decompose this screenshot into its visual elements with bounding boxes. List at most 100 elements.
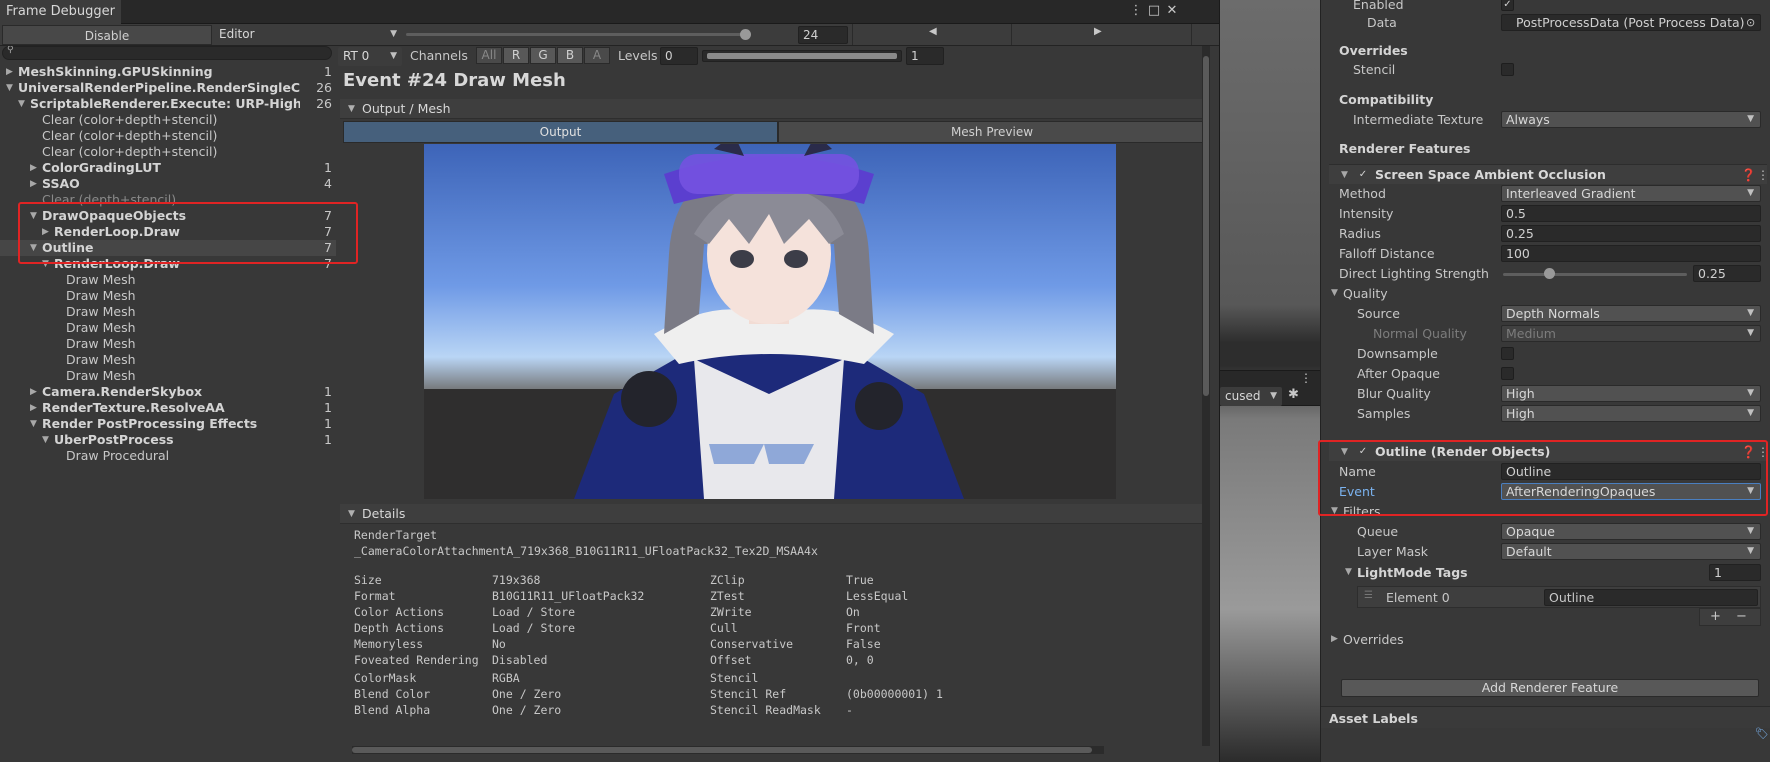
tree-item[interactable]: ▼ ScriptableRenderer.Execute: URP-HighFid… [0, 96, 336, 112]
falloff-distance-field[interactable]: 100 [1501, 245, 1761, 262]
rt-dropdown[interactable]: RT 0 ▼ [338, 47, 402, 66]
lightmode-tags-count[interactable]: 1 [1709, 564, 1761, 581]
intensity-field[interactable]: 0.5 [1501, 205, 1761, 222]
tree-item[interactable]: ▶ ColorGradingLUT 1 [0, 160, 336, 176]
maximize-icon[interactable]: □ [1146, 3, 1162, 19]
source-dropdown[interactable]: Depth Normals ▼ [1501, 305, 1761, 322]
outline-overrides-header[interactable]: Overrides [1343, 630, 1404, 649]
add-renderer-feature-button[interactable]: Add Renderer Feature [1341, 679, 1759, 697]
triangle-right-icon[interactable]: ▶ [30, 384, 37, 400]
dls-slider-knob[interactable] [1544, 268, 1555, 279]
intermediate-texture-dropdown[interactable]: Always ▼ [1501, 111, 1761, 128]
event-slider-knob[interactable] [740, 29, 751, 40]
tree-item[interactable]: ▶ MeshSkinning.GPUSkinning 1 [0, 64, 336, 80]
close-icon[interactable]: ✕ [1164, 3, 1180, 19]
stencil-checkbox[interactable] [1501, 63, 1514, 76]
triangle-down-icon[interactable]: ▼ [30, 416, 37, 432]
add-element-button[interactable]: + [1710, 609, 1721, 624]
tree-item[interactable]: ▶ SSAO 4 [0, 176, 336, 192]
details-h-scrollbar[interactable] [352, 746, 1104, 754]
focus-dropdown[interactable]: cused ▼ [1220, 387, 1282, 406]
tree-item[interactable]: Clear (color+depth+stencil) [0, 144, 336, 160]
tree-item[interactable]: Clear (color+depth+stencil) [0, 128, 336, 144]
tree-item[interactable]: ▼ Render PostProcessing Effects 1 [0, 416, 336, 432]
levels-min-field[interactable]: 0 [660, 47, 698, 65]
tree-item[interactable]: Clear (color+depth+stencil) [0, 112, 336, 128]
debug-bug-icon[interactable]: ✱ [1288, 387, 1299, 402]
triangle-right-icon[interactable]: ▶ [6, 64, 13, 80]
main-v-scrollbar[interactable] [1202, 46, 1210, 746]
dls-field[interactable]: 0.25 [1693, 265, 1761, 282]
drag-handle-icon[interactable]: ☰ [1364, 590, 1373, 601]
samples-value: High [1506, 406, 1535, 421]
dls-slider-track[interactable] [1503, 273, 1687, 276]
window-title-bar: Frame Debugger ⋮ □ ✕ [0, 0, 1219, 24]
method-dropdown[interactable]: Interleaved Gradient ▼ [1501, 185, 1761, 202]
tab-mesh-preview[interactable]: Mesh Preview [778, 121, 1206, 143]
downsample-checkbox[interactable] [1501, 347, 1514, 360]
disable-button[interactable]: Disable [2, 25, 212, 45]
triangle-down-icon[interactable]: ▼ [42, 432, 49, 448]
more-menu-icon[interactable]: ⋮ [1128, 3, 1144, 19]
enabled-checkbox[interactable]: ✓ [1501, 0, 1514, 11]
tree-item-count: 26 [316, 80, 332, 95]
details-h-scroll-thumb[interactable] [352, 747, 1092, 753]
remove-element-button[interactable]: − [1736, 609, 1747, 624]
channel-all-button[interactable]: All [476, 47, 502, 64]
samples-dropdown[interactable]: High ▼ [1501, 405, 1761, 422]
channel-r-button[interactable]: R [503, 47, 529, 64]
triangle-right-icon[interactable]: ▶ [30, 176, 37, 192]
next-event-button[interactable]: ▶ [1012, 24, 1192, 45]
ssao-feature-header[interactable]: ▼ ✓ Screen Space Ambient Occlusion ❓ ⋮ [1329, 164, 1769, 185]
downsample-label: Downsample [1357, 346, 1438, 361]
channel-a-button[interactable]: A [584, 47, 610, 64]
tree-item[interactable]: Draw Mesh [0, 368, 336, 384]
tree-item[interactable]: Draw Mesh [0, 272, 336, 288]
tree-item[interactable]: Draw Mesh [0, 304, 336, 320]
triangle-right-icon[interactable]: ▶ [30, 400, 37, 416]
tree-item[interactable]: ▼ UniversalRenderPipeline.RenderSingleCam… [0, 80, 336, 96]
event-number-field[interactable]: 24 [798, 26, 848, 44]
tree-search-input[interactable]: ⚲ [2, 46, 332, 60]
window-tab[interactable]: Frame Debugger [0, 0, 121, 24]
data-object-field[interactable]: PostProcessData (Post Process Data) [1501, 14, 1761, 31]
tree-item[interactable]: ▶ Camera.RenderSkybox 1 [0, 384, 336, 400]
main-v-scroll-thumb[interactable] [1203, 56, 1209, 396]
tree-item[interactable]: Draw Procedural [0, 448, 336, 464]
tree-item[interactable]: Draw Mesh [0, 336, 336, 352]
tree-item[interactable]: Draw Mesh [0, 352, 336, 368]
triangle-down-icon[interactable]: ▼ [18, 96, 25, 112]
tree-item[interactable]: ▶ RenderTexture.ResolveAA 1 [0, 400, 336, 416]
more-menu-icon[interactable]: ⋮ [1757, 165, 1769, 185]
object-picker-icon[interactable]: ⊙ [1746, 13, 1755, 32]
layer-mask-dropdown[interactable]: Default ▼ [1501, 543, 1761, 560]
queue-dropdown[interactable]: Opaque ▼ [1501, 523, 1761, 540]
levels-max-field[interactable]: 1 [906, 47, 944, 65]
event-slider-track[interactable] [406, 33, 746, 36]
ssao-enabled-checkbox[interactable]: ✓ [1357, 169, 1369, 181]
after-opaque-checkbox[interactable] [1501, 367, 1514, 380]
target-dropdown[interactable]: Editor ▼ [214, 25, 402, 44]
channel-g-button[interactable]: G [530, 47, 556, 64]
tree-item[interactable]: Draw Mesh [0, 288, 336, 304]
asset-labels-header[interactable]: Asset Labels [1329, 711, 1418, 726]
prev-event-button[interactable]: ◀ [852, 24, 1012, 45]
label-tag-icon[interactable]: 🏷 [1755, 727, 1769, 740]
output-section-header[interactable]: ▼ Output / Mesh [340, 99, 1208, 119]
quality-header[interactable]: Quality [1343, 284, 1388, 303]
details-section-header[interactable]: ▼ Details [340, 504, 1208, 524]
tab-output[interactable]: Output [343, 121, 778, 143]
help-icon[interactable]: ❓ [1741, 165, 1756, 185]
more-menu-icon[interactable]: ⋮ [1300, 371, 1312, 385]
blur-quality-dropdown[interactable]: High ▼ [1501, 385, 1761, 402]
levels-range-slider[interactable] [702, 50, 902, 62]
radius-field[interactable]: 0.25 [1501, 225, 1761, 242]
tree-item[interactable]: Draw Mesh [0, 320, 336, 336]
tree-item[interactable]: ▼ UberPostProcess 1 [0, 432, 336, 448]
triangle-down-icon[interactable]: ▼ [6, 80, 13, 96]
lightmode-tags-label[interactable]: LightMode Tags [1357, 563, 1468, 582]
triangle-right-icon[interactable]: ▶ [30, 160, 37, 176]
channel-b-button[interactable]: B [557, 47, 583, 64]
element0-field[interactable]: Outline [1544, 589, 1758, 606]
property-value: RGBA [492, 671, 520, 685]
